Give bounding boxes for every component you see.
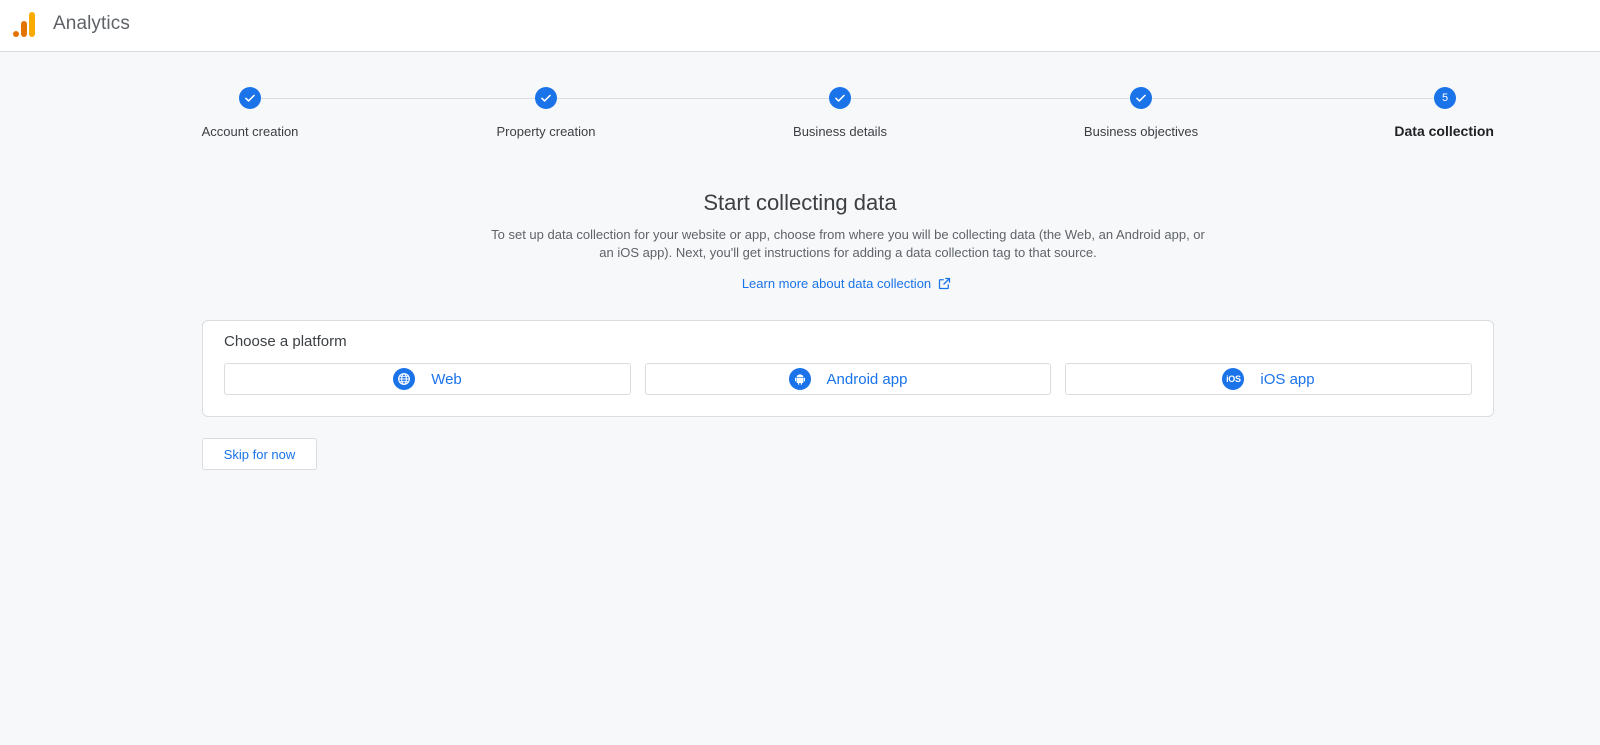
learn-more-link[interactable]: Learn more about data collection: [0, 275, 1600, 291]
platform-card-title: Choose a platform: [224, 333, 347, 350]
step-4-label: Business objectives: [1083, 124, 1199, 139]
step-3-complete-icon: [829, 87, 851, 109]
step-1-complete-icon: [239, 87, 261, 109]
ios-icon-glyph: iOS: [1226, 374, 1241, 384]
setup-stepper: Account creation Property creation Busin…: [0, 86, 1600, 146]
step-4-complete-icon: [1130, 87, 1152, 109]
step-2-complete-icon: [535, 87, 557, 109]
step-5-label: Data collection: [1394, 123, 1494, 139]
step-3-label: Business details: [793, 124, 887, 139]
android-platform-button[interactable]: Android app: [645, 363, 1051, 395]
open-in-new-icon: [939, 277, 951, 290]
android-icon: [788, 368, 811, 390]
page-description: To set up data collection for your websi…: [491, 227, 1205, 260]
platform-card: Choose a platform Web Android app iOS iO…: [202, 320, 1494, 417]
analytics-logo-icon[interactable]: [13, 11, 37, 39]
step-2-label: Property creation: [496, 124, 596, 139]
stepper-connector: [261, 98, 1444, 99]
step-5-number: 5: [1434, 87, 1456, 109]
learn-more-label: Learn more about data collection: [741, 276, 932, 292]
page-title: Start collecting data: [703, 190, 897, 215]
ios-icon: iOS: [1222, 368, 1245, 390]
android-platform-label: Android app: [826, 370, 908, 388]
ios-platform-label: iOS app: [1260, 370, 1315, 388]
skip-for-now-button[interactable]: Skip for now: [202, 438, 317, 470]
app-title: Analytics: [53, 13, 130, 34]
step-1-label: Account creation: [201, 124, 299, 139]
web-platform-label: Web: [431, 370, 462, 388]
ios-platform-button[interactable]: iOS iOS app: [1065, 363, 1472, 395]
top-bar: Analytics: [0, 0, 1600, 52]
globe-icon: [393, 368, 416, 390]
web-platform-button[interactable]: Web: [224, 363, 631, 395]
